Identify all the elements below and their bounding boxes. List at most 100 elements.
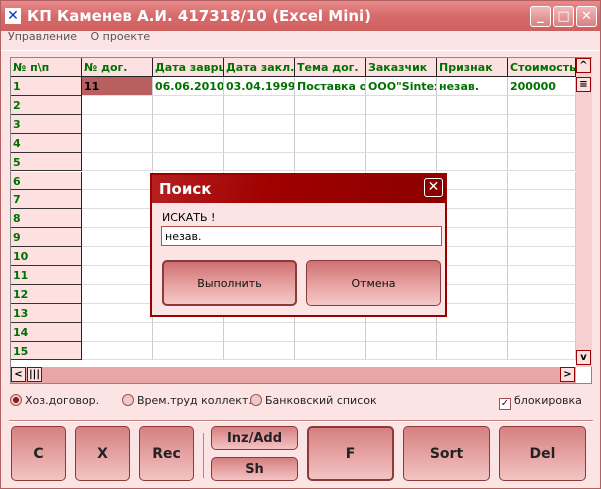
table-cell[interactable] xyxy=(295,114,366,134)
table-cell[interactable] xyxy=(437,228,508,248)
cancel-button[interactable]: Отмена xyxy=(306,260,441,306)
column-header[interactable]: Дата закл. xyxy=(224,58,295,77)
radio-hoz-dogovor[interactable]: Хоз.договор. xyxy=(10,394,99,407)
close-button[interactable]: ✕ xyxy=(576,6,597,27)
column-header[interactable]: Тема дог. xyxy=(295,58,366,77)
table-cell[interactable] xyxy=(224,133,295,153)
table-cell[interactable] xyxy=(366,133,437,153)
scroll-down-icon[interactable]: v xyxy=(576,350,591,365)
table-cell[interactable] xyxy=(508,228,576,248)
table-cell[interactable] xyxy=(508,284,576,304)
table-cell[interactable] xyxy=(153,341,224,361)
table-cell[interactable] xyxy=(82,284,153,304)
table-cell[interactable] xyxy=(508,133,576,153)
sort-button[interactable]: Sort xyxy=(403,426,490,481)
row-number[interactable]: 6 xyxy=(11,171,82,191)
table-cell[interactable]: 03.04.1999 xyxy=(224,77,295,96)
scroll-right-icon[interactable]: > xyxy=(560,367,575,382)
table-cell[interactable] xyxy=(437,303,508,323)
table-cell[interactable] xyxy=(366,95,437,115)
table-cell[interactable]: 06.06.2010 xyxy=(153,77,224,96)
table-cell[interactable]: незав. xyxy=(437,77,508,96)
table-cell[interactable] xyxy=(224,322,295,342)
table-cell[interactable] xyxy=(508,209,576,229)
radio-button[interactable] xyxy=(122,394,134,406)
blocking-checkbox[interactable]: ✓ блокировка xyxy=(499,394,582,410)
table-cell[interactable] xyxy=(508,341,576,361)
table-cell[interactable] xyxy=(153,322,224,342)
table-cell[interactable] xyxy=(82,95,153,115)
table-cell[interactable] xyxy=(366,341,437,361)
table-cell[interactable] xyxy=(82,303,153,323)
scroll-left-icon[interactable]: < xyxy=(11,367,26,382)
table-cell[interactable]: 200000 xyxy=(508,77,576,96)
table-cell[interactable]: 11 xyxy=(82,77,153,96)
table-cell[interactable] xyxy=(437,190,508,210)
table-cell[interactable] xyxy=(82,209,153,229)
table-cell[interactable] xyxy=(295,322,366,342)
column-header[interactable]: Дата заврш xyxy=(153,58,224,77)
table-cell[interactable] xyxy=(508,303,576,323)
sh-button[interactable]: Sh xyxy=(211,457,298,481)
table-cell[interactable] xyxy=(508,190,576,210)
search-input[interactable] xyxy=(161,226,442,246)
row-number[interactable]: 11 xyxy=(11,266,82,285)
rec-button[interactable]: Rec xyxy=(139,426,194,481)
table-cell[interactable] xyxy=(82,247,153,266)
table-cell[interactable] xyxy=(437,209,508,229)
table-cell[interactable] xyxy=(437,284,508,304)
table-cell[interactable] xyxy=(224,95,295,115)
hscroll-thumb[interactable]: ||| xyxy=(27,367,42,382)
column-header[interactable]: Признак xyxy=(437,58,508,77)
row-number[interactable]: 8 xyxy=(11,209,82,229)
table-cell[interactable] xyxy=(82,171,153,191)
x-button[interactable]: X xyxy=(75,426,130,481)
table-cell[interactable] xyxy=(437,266,508,285)
row-number[interactable]: 7 xyxy=(11,190,82,210)
table-cell[interactable] xyxy=(224,152,295,172)
menu-upravlenie[interactable]: Управление xyxy=(8,30,77,43)
table-cell[interactable] xyxy=(508,266,576,285)
table-cell[interactable] xyxy=(82,114,153,134)
menu-o-proekte[interactable]: О проекте xyxy=(91,30,151,43)
table-cell[interactable] xyxy=(508,171,576,191)
table-cell[interactable]: Поставка об xyxy=(295,77,366,96)
radio-button[interactable] xyxy=(250,394,262,406)
table-cell[interactable] xyxy=(82,152,153,172)
table-cell[interactable] xyxy=(82,266,153,285)
row-number[interactable]: 4 xyxy=(11,133,82,153)
row-number[interactable]: 1 xyxy=(11,77,82,96)
table-cell[interactable] xyxy=(437,171,508,191)
c-button[interactable]: C xyxy=(11,426,66,481)
table-cell[interactable] xyxy=(82,228,153,248)
column-header[interactable]: № дог. xyxy=(82,58,153,77)
table-cell[interactable] xyxy=(153,114,224,134)
radio-bank-list[interactable]: Банковский список xyxy=(250,394,377,407)
table-cell[interactable] xyxy=(82,322,153,342)
table-cell[interactable] xyxy=(366,152,437,172)
table-cell[interactable] xyxy=(295,152,366,172)
row-number[interactable]: 10 xyxy=(11,247,82,266)
table-cell[interactable] xyxy=(224,341,295,361)
table-cell[interactable] xyxy=(153,95,224,115)
table-cell[interactable] xyxy=(295,95,366,115)
table-cell[interactable] xyxy=(437,341,508,361)
table-cell[interactable] xyxy=(295,133,366,153)
table-cell[interactable] xyxy=(437,133,508,153)
table-cell[interactable] xyxy=(153,152,224,172)
table-cell[interactable] xyxy=(508,114,576,134)
row-number[interactable]: 14 xyxy=(11,322,82,342)
column-header[interactable]: Стоимость xyxy=(508,58,576,77)
table-cell[interactable] xyxy=(82,341,153,361)
vertical-scrollbar[interactable]: ^ ≡ v xyxy=(576,58,592,367)
table-cell[interactable] xyxy=(437,152,508,172)
row-number[interactable]: 12 xyxy=(11,284,82,304)
row-number[interactable]: 3 xyxy=(11,114,82,134)
maximize-button[interactable]: □ xyxy=(553,6,574,27)
checkmark-icon[interactable]: ✓ xyxy=(499,398,511,410)
column-header[interactable]: Заказчик xyxy=(366,58,437,77)
radio-vrem-trud[interactable]: Врем.труд коллект. xyxy=(122,394,252,407)
minimize-button[interactable]: _ xyxy=(530,6,551,27)
del-button[interactable]: Del xyxy=(499,426,586,481)
table-cell[interactable] xyxy=(224,114,295,134)
